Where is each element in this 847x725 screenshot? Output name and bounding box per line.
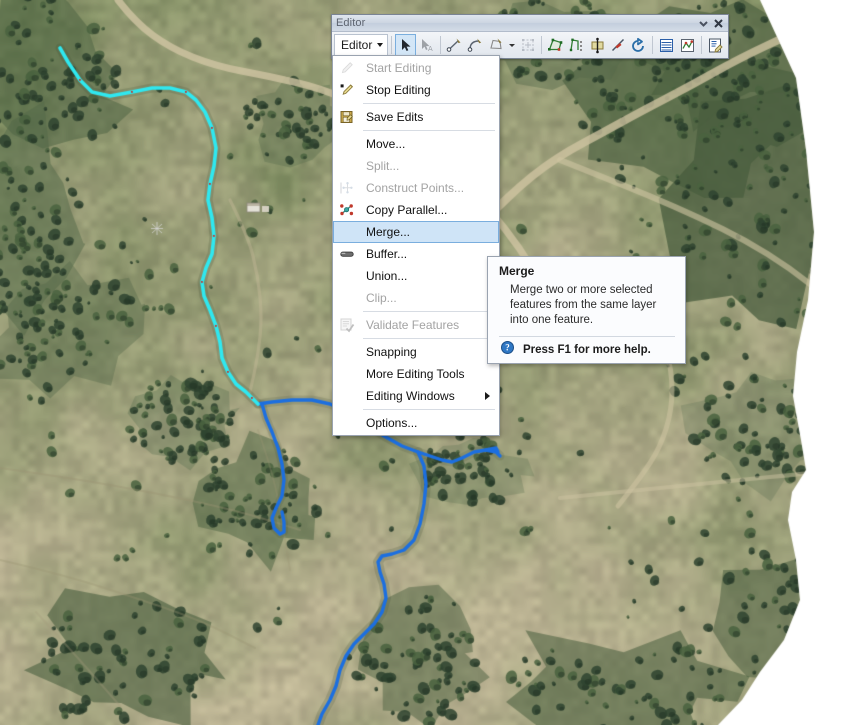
none	[334, 221, 360, 243]
rotate-tool-icon[interactable]	[628, 34, 649, 56]
menu-separator	[363, 311, 495, 312]
trace-dropdown-arrow-icon[interactable]	[507, 34, 517, 56]
save-edits-icon	[334, 106, 360, 128]
toolbar-separator	[652, 36, 654, 54]
menu-item-label: Merge...	[366, 225, 411, 239]
tooltip-description: Merge two or more selected features from…	[510, 284, 657, 326]
menu-item-label: Move...	[366, 137, 406, 151]
menu-item-label: Union...	[366, 269, 408, 283]
submenu-arrow-icon	[485, 392, 490, 400]
menu-item-more-editing-tools[interactable]: More Editing Tools	[333, 363, 499, 385]
menu-item-start-editing: Start Editing	[333, 57, 499, 79]
mirror-features-icon[interactable]	[587, 34, 608, 56]
none	[334, 363, 360, 385]
arcmap-application-window: Editor Editor A Start Editing Stop Editi…	[0, 0, 847, 725]
menu-item-label: Editing Windows	[366, 389, 455, 403]
menu-item-label: Split...	[366, 159, 400, 173]
reshape-feature-icon[interactable]	[566, 34, 587, 56]
menu-item-label: Options...	[366, 416, 418, 430]
menu-item-save-edits[interactable]: Save Edits	[333, 106, 499, 128]
pencil-stop-icon	[334, 79, 360, 101]
menu-item-construct-points: Construct Points...	[333, 177, 499, 199]
menu-item-union[interactable]: Union...	[333, 265, 499, 287]
none	[334, 385, 360, 407]
edit-vertices-icon[interactable]	[545, 34, 566, 56]
editor-toolbar-title: Editor	[336, 16, 366, 29]
copy-parallel-icon	[334, 199, 360, 221]
menu-item-options[interactable]: Options...	[333, 412, 499, 434]
close-icon[interactable]	[711, 16, 726, 31]
editor-toolbar-titlebar[interactable]: Editor	[332, 15, 728, 32]
help-circle-icon: ?	[501, 341, 514, 359]
toolbar-separator	[701, 36, 703, 54]
menu-item-label: Construct Points...	[366, 181, 465, 195]
toolbar-separator	[540, 36, 542, 54]
editor-menu-button[interactable]: Editor	[334, 33, 389, 57]
menu-item-label: Clip...	[366, 291, 397, 305]
none	[334, 265, 360, 287]
none	[334, 412, 360, 434]
menu-item-label: Save Edits	[366, 110, 424, 124]
menu-separator	[363, 103, 495, 104]
menu-item-list: Start Editing Stop Editing Save Edits Move.…	[333, 57, 499, 434]
menu-separator	[363, 409, 495, 410]
menu-item-validate-features: Validate Features	[333, 314, 499, 336]
edit-tool-icon[interactable]	[395, 34, 417, 56]
pencil-start-icon	[334, 57, 360, 79]
none	[334, 287, 360, 309]
validate-features-icon	[334, 314, 360, 336]
edit-annotation-tool-icon: A	[416, 34, 437, 56]
menu-item-stop-editing[interactable]: Stop Editing	[333, 79, 499, 101]
caret-down-icon	[377, 43, 384, 47]
construction-tools-icon	[517, 34, 538, 56]
end-point-arc-segment-icon[interactable]	[465, 34, 486, 56]
menu-item-clip: Clip...	[333, 287, 499, 309]
svg-text:?: ?	[505, 343, 510, 353]
menu-separator	[363, 130, 495, 131]
editor-dropdown-menu: Start Editing Stop Editing Save Edits Move.…	[332, 55, 500, 436]
menu-item-label: Snapping	[366, 345, 417, 359]
chevron-down-icon[interactable]	[696, 16, 711, 31]
none	[334, 341, 360, 363]
menu-item-snapping[interactable]: Snapping	[333, 341, 499, 363]
buffer-icon	[334, 243, 360, 265]
menu-item-copy-parallel[interactable]: Copy Parallel...	[333, 199, 499, 221]
menu-item-merge[interactable]: Merge...	[333, 221, 499, 243]
menu-item-move[interactable]: Move...	[333, 133, 499, 155]
straight-segment-icon[interactable]	[444, 34, 465, 56]
create-features-icon[interactable]	[705, 34, 726, 56]
merge-tooltip: Merge Merge two or more selected feature…	[487, 256, 686, 364]
menu-item-label: Copy Parallel...	[366, 203, 448, 217]
editor-menu-button-label: Editor	[341, 38, 373, 52]
none	[334, 155, 360, 177]
editor-toolbar-window: Editor Editor A	[331, 14, 729, 59]
trace-icon[interactable]	[486, 34, 507, 56]
sketch-properties-icon[interactable]	[677, 34, 698, 56]
menu-item-label: Stop Editing	[366, 83, 431, 97]
svg-text:A: A	[428, 46, 433, 53]
menu-item-split: Split...	[333, 155, 499, 177]
tooltip-title: Merge	[499, 264, 535, 278]
split-tool-icon[interactable]	[608, 34, 629, 56]
menu-item-label: Buffer...	[366, 247, 408, 261]
menu-item-editing-windows[interactable]: Editing Windows	[333, 385, 499, 407]
menu-item-label: Validate Features	[366, 318, 460, 332]
menu-separator	[363, 338, 495, 339]
tooltip-footer: ? Press F1 for more help.	[499, 337, 675, 363]
menu-item-label: More Editing Tools	[366, 367, 465, 381]
menu-item-buffer[interactable]: Buffer...	[333, 243, 499, 265]
attributes-icon[interactable]	[656, 34, 677, 56]
none	[334, 133, 360, 155]
construct-points-icon	[334, 177, 360, 199]
caret-down-icon	[508, 43, 515, 47]
toolbar-separator	[440, 36, 442, 54]
tooltip-footer-text: Press F1 for more help.	[523, 344, 651, 356]
menu-item-label: Start Editing	[366, 61, 432, 75]
toolbar-separator	[391, 36, 393, 54]
